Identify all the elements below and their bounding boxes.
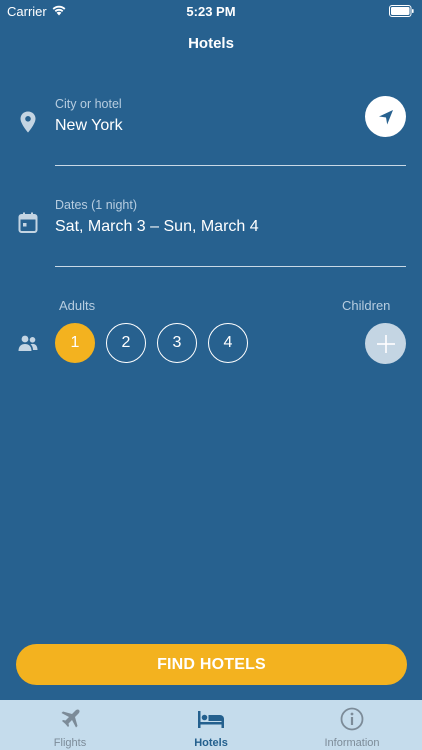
plus-icon <box>376 334 395 353</box>
find-hotels-button[interactable]: FIND HOTELS <box>16 644 407 685</box>
dates-field-label: Dates (1 night) <box>55 198 137 212</box>
location-pin-icon <box>20 111 36 133</box>
tab-information-label: Information <box>324 737 380 749</box>
page-title: Hotels <box>188 35 234 52</box>
city-input[interactable]: New York <box>55 117 123 135</box>
adults-option-label: 2 <box>121 334 131 351</box>
dates-field-underline <box>55 266 406 267</box>
battery-icon <box>389 5 414 17</box>
status-bar: Carrier 5:23 PM <box>0 0 422 22</box>
tab-hotels-label: Hotels <box>194 737 228 749</box>
navigation-arrow-icon <box>378 109 393 124</box>
current-location-button[interactable] <box>365 96 406 137</box>
adults-option-label: 3 <box>172 334 182 351</box>
adults-option-label: 1 <box>70 334 80 351</box>
calendar-icon <box>18 212 38 233</box>
tab-information[interactable]: Information <box>282 700 422 750</box>
children-label: Children <box>342 298 391 313</box>
bed-icon <box>198 711 224 728</box>
adults-option-3[interactable]: 3 <box>157 323 197 363</box>
guests-icon <box>18 335 38 351</box>
city-field-underline <box>55 165 406 166</box>
adults-option-1[interactable]: 1 <box>55 323 95 363</box>
city-field-label: City or hotel <box>55 97 122 111</box>
adults-label: Adults <box>59 298 96 313</box>
status-time: 5:23 PM <box>186 4 236 19</box>
info-icon <box>340 707 364 731</box>
adults-option-4[interactable]: 4 <box>208 323 248 363</box>
tab-flights-label: Flights <box>53 737 87 749</box>
dates-input[interactable]: Sat, March 3 – Sun, March 4 <box>55 218 259 236</box>
adults-option-2[interactable]: 2 <box>106 323 146 363</box>
adults-option-label: 4 <box>223 334 233 351</box>
tab-hotels[interactable]: Hotels <box>141 700 281 750</box>
airplane-icon <box>61 709 80 728</box>
tab-bar: Flights Hotels Information <box>0 700 422 750</box>
add-child-button[interactable] <box>365 323 406 364</box>
tab-flights[interactable]: Flights <box>0 700 140 750</box>
